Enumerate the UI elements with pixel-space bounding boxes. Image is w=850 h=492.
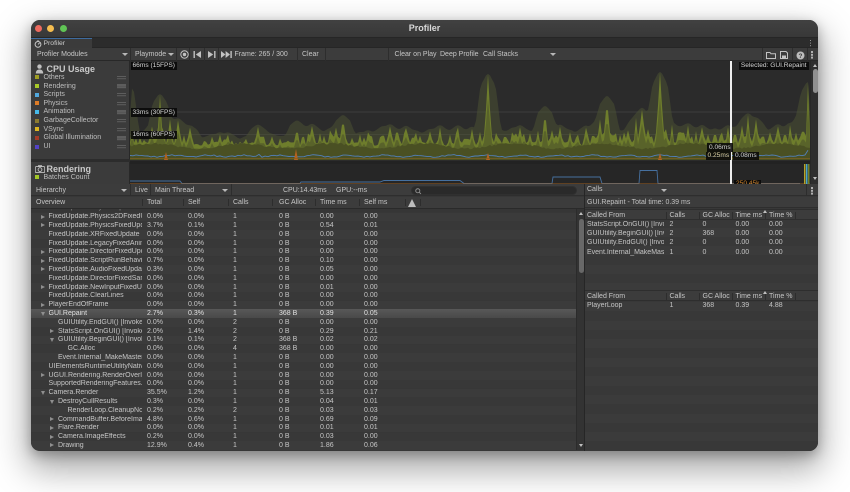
svg-text:?: ? — [798, 52, 802, 59]
